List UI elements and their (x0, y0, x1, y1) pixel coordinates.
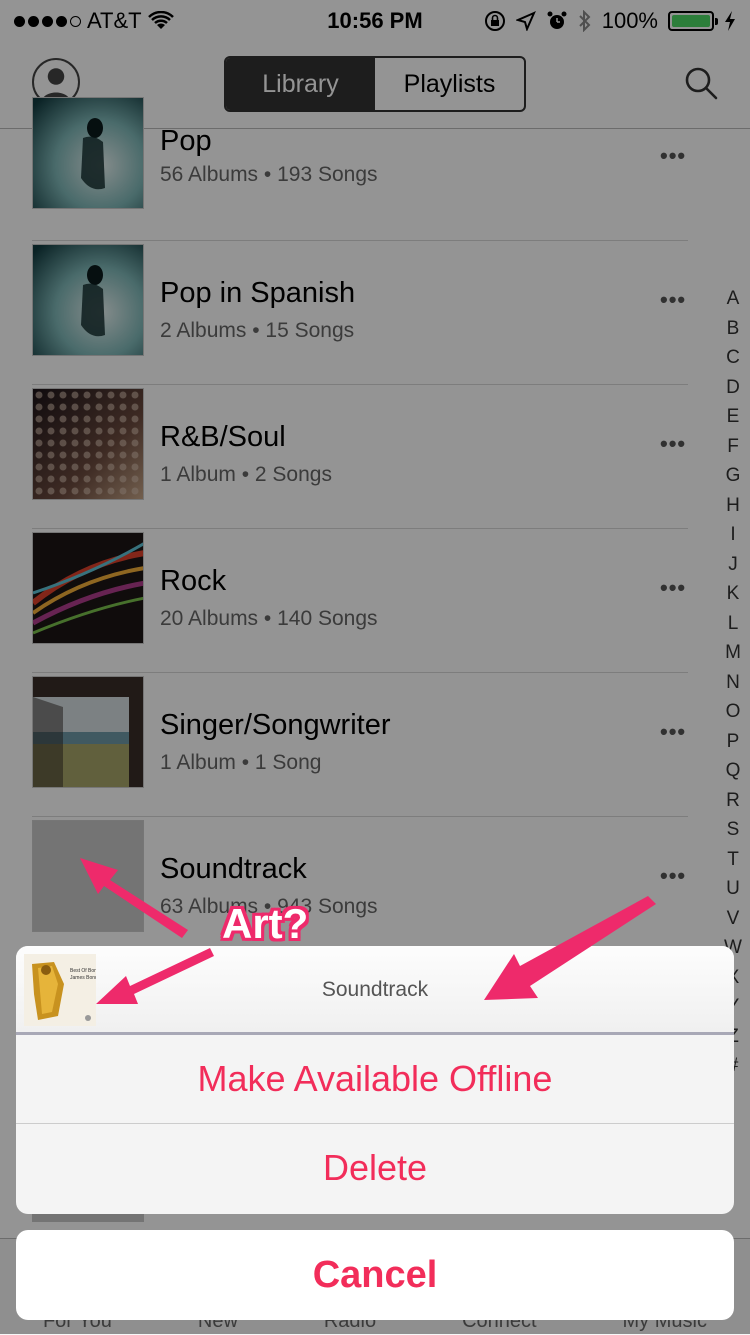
annotation-label: Art? (222, 900, 309, 947)
cancel-button[interactable]: Cancel (16, 1230, 734, 1320)
action-sheet: Best Of BondJames Bond Soundtrack Make A… (16, 946, 734, 1214)
delete-button[interactable]: Delete (16, 1124, 734, 1212)
action-sheet-title: Soundtrack (321, 978, 429, 1001)
svg-text:Best Of Bond: Best Of Bond (70, 968, 96, 974)
make-available-offline-button[interactable]: Make Available Offline (16, 1035, 734, 1124)
action-sheet-header: Best Of BondJames Bond Soundtrack (16, 946, 734, 1035)
